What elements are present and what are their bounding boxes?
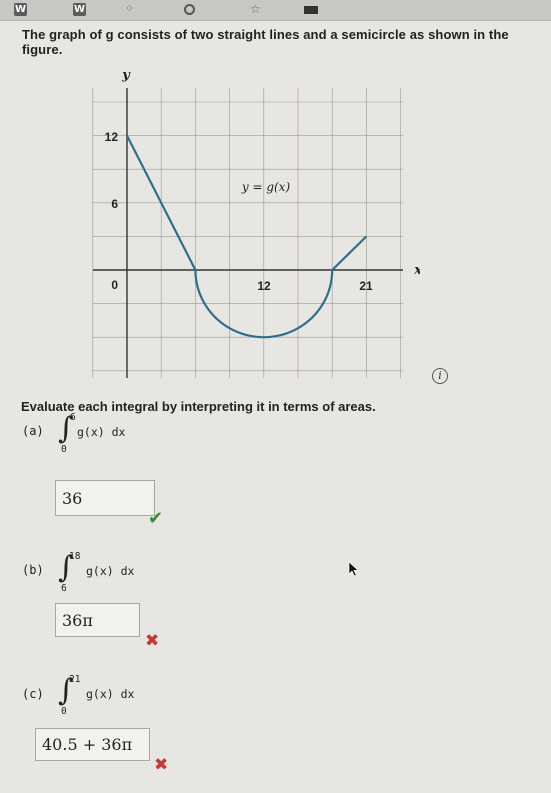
dots-icon[interactable]: ⁘ xyxy=(125,3,134,16)
info-icon[interactable]: i xyxy=(432,368,448,384)
circle-icon[interactable] xyxy=(184,4,195,15)
integral-b: ∫ 18 6 g(x) dx xyxy=(58,551,198,594)
function-label: y = g(x) xyxy=(241,180,291,194)
y-tick-label: 0 xyxy=(111,278,118,292)
integrand: g(x) dx xyxy=(86,564,135,578)
answer-input-a[interactable]: 36 xyxy=(55,480,155,516)
lower-limit: 0 xyxy=(61,706,67,717)
lower-limit: 0 xyxy=(61,444,67,455)
upper-limit: 18 xyxy=(69,551,81,562)
x-axis-label: x xyxy=(413,263,420,278)
graph-figure: y x 12 6 0 12 21 y = g(x) xyxy=(92,68,420,378)
mouse-cursor-icon xyxy=(348,561,359,577)
problem-statement: The graph of g consists of two straight … xyxy=(22,27,509,57)
y-axis-label: y xyxy=(121,68,131,83)
answer-input-c[interactable]: 40.5 + 36π xyxy=(35,728,150,761)
part-b-label: (b) xyxy=(22,563,44,577)
y-tick-label: 12 xyxy=(105,130,119,144)
integrand: g(x) dx xyxy=(77,425,126,439)
y-tick-label: 6 xyxy=(111,197,118,211)
upper-limit: 6 xyxy=(70,412,76,423)
check-icon: ✔ xyxy=(148,508,164,528)
w-icon[interactable]: W xyxy=(73,3,86,16)
integral-c: ∫ 21 0 g(x) dx xyxy=(58,674,198,717)
cross-icon: ✖ xyxy=(145,631,160,650)
browser-toolbar: W W ⁘ ☆ xyxy=(0,0,551,21)
integrand: g(x) dx xyxy=(86,687,135,701)
upper-limit: 21 xyxy=(69,674,81,685)
cross-icon: ✖ xyxy=(154,755,169,774)
answer-input-b[interactable]: 36π xyxy=(55,603,140,637)
x-tick-label: 12 xyxy=(257,279,271,293)
part-c-label: (c) xyxy=(22,687,44,701)
w-icon[interactable]: W xyxy=(14,3,27,16)
part-a-label: (a) xyxy=(22,424,44,438)
x-tick-label: 21 xyxy=(359,279,373,293)
integral-a: ∫ 6 0 g(x) dx xyxy=(58,412,198,455)
block-icon[interactable] xyxy=(304,6,318,14)
lower-limit: 6 xyxy=(61,583,67,594)
star-icon[interactable]: ☆ xyxy=(250,3,261,16)
